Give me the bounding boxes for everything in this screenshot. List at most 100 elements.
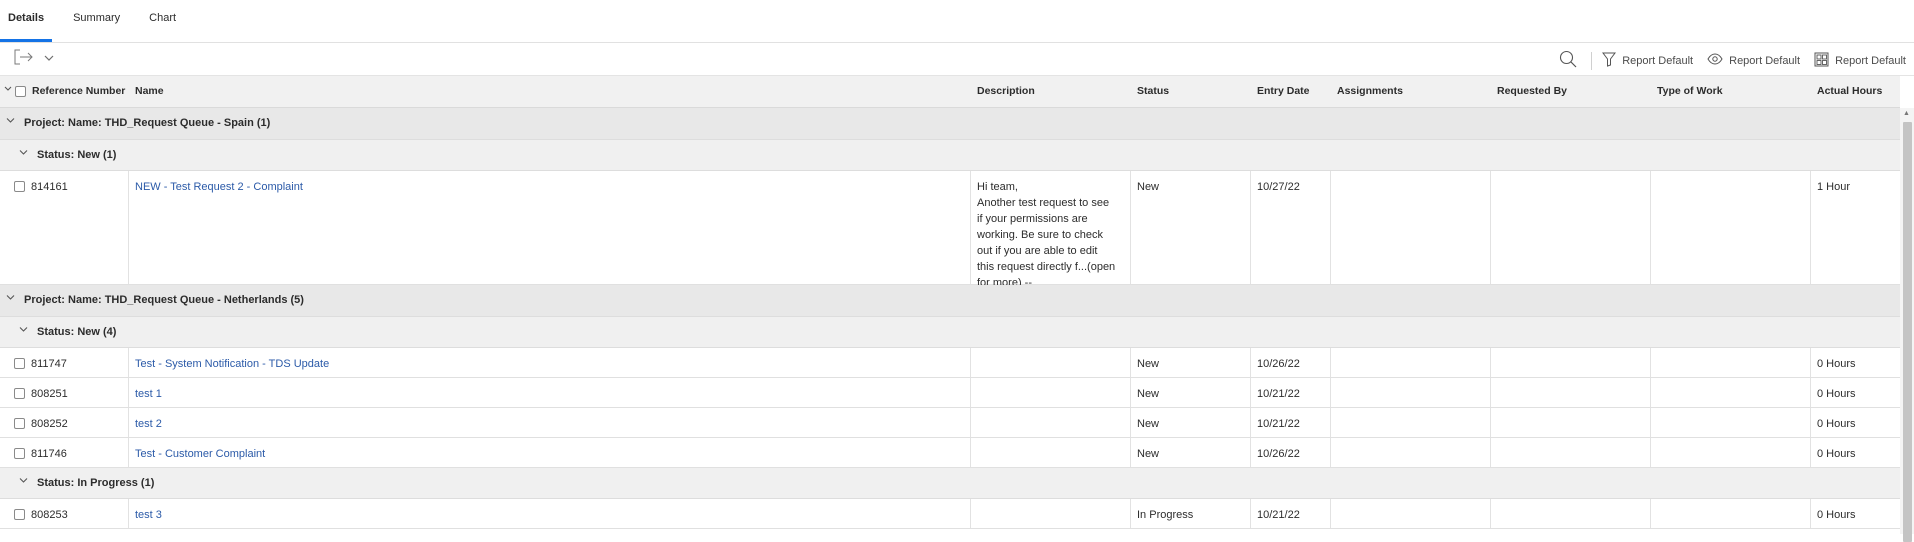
- table-header: Reference Number Name Description Status…: [0, 76, 1900, 108]
- reference-cell: 811746: [0, 438, 128, 467]
- toolbar-actions: Report Default Report Default Report Def…: [1559, 50, 1906, 71]
- assignments-cell: [1330, 499, 1490, 528]
- filter-icon: [1602, 52, 1617, 70]
- chevron-down-icon[interactable]: [4, 84, 12, 94]
- row-checkbox[interactable]: [14, 388, 25, 399]
- chevron-down-icon[interactable]: [6, 293, 15, 304]
- description-cell: [970, 348, 1130, 377]
- entry-date-text: 10/21/22: [1257, 509, 1300, 521]
- table-row[interactable]: 808253 test 3 In Progress 10/21/22 0 Hou…: [0, 499, 1900, 529]
- request-name-link[interactable]: Test - Customer Complaint: [135, 448, 265, 460]
- assignments-cell: [1330, 438, 1490, 467]
- actual-hours-text: 0 Hours: [1817, 509, 1856, 521]
- row-checkbox[interactable]: [14, 181, 25, 192]
- status-text: New: [1137, 358, 1160, 370]
- vertical-scrollbar[interactable]: ▲: [1900, 108, 1914, 542]
- reference-cell: 808251: [0, 378, 128, 407]
- tab-chart[interactable]: Chart: [141, 0, 184, 41]
- row-checkbox[interactable]: [14, 418, 25, 429]
- entry-date-text: 10/21/22: [1257, 418, 1300, 430]
- row-checkbox[interactable]: [14, 448, 25, 459]
- search-icon[interactable]: [1559, 50, 1577, 71]
- group-header-status[interactable]: Status: New (4): [0, 317, 1900, 348]
- chevron-down-icon[interactable]: [19, 148, 28, 159]
- group-label: Project: Name: THD_Request Queue - Nethe…: [24, 294, 304, 306]
- description-cell: [970, 378, 1130, 407]
- reference-number: 814161: [31, 181, 68, 193]
- name-cell: Test - System Notification - TDS Update: [128, 348, 970, 377]
- filter-button[interactable]: Report Default: [1602, 52, 1693, 70]
- table-body: Project: Name: THD_Request Queue - Spain…: [0, 108, 1900, 529]
- request-name-link[interactable]: test 2: [135, 418, 162, 430]
- request-name-link[interactable]: test 1: [135, 388, 162, 400]
- scrollbar-thumb[interactable]: [1903, 122, 1912, 542]
- reference-number: 811747: [31, 358, 67, 370]
- entry-date-cell: 10/26/22: [1250, 438, 1330, 467]
- entry-date-text: 10/27/22: [1257, 181, 1300, 193]
- table-row[interactable]: 811746 Test - Customer Complaint New 10/…: [0, 438, 1900, 468]
- group-header-status[interactable]: Status: In Progress (1): [0, 468, 1900, 499]
- column-header-name[interactable]: Name: [135, 85, 164, 97]
- status-text: New: [1137, 418, 1160, 430]
- group-header-status[interactable]: Status: New (1): [0, 140, 1900, 171]
- scroll-up-icon[interactable]: ▲: [1903, 110, 1910, 117]
- table-row[interactable]: 814161 NEW - Test Request 2 - Complaint …: [0, 171, 1900, 289]
- type-of-work-cell: [1650, 499, 1810, 528]
- entry-date-cell: 10/21/22: [1250, 499, 1330, 528]
- table-row[interactable]: 811747 Test - System Notification - TDS …: [0, 348, 1900, 378]
- requested-by-cell: [1490, 408, 1650, 437]
- column-header-type-of-work[interactable]: Type of Work: [1657, 85, 1723, 97]
- table-row[interactable]: 808252 test 2 New 10/21/22 0 Hours: [0, 408, 1900, 438]
- column-header-actual-hours[interactable]: Actual Hours: [1817, 85, 1882, 97]
- entry-date-cell: 10/26/22: [1250, 348, 1330, 377]
- type-of-work-cell: [1650, 378, 1810, 407]
- name-cell: test 1: [128, 378, 970, 407]
- table-row[interactable]: 808251 test 1 New 10/21/22 0 Hours: [0, 378, 1900, 408]
- column-header-entry-date[interactable]: Entry Date: [1257, 85, 1310, 97]
- request-name-link[interactable]: NEW - Test Request 2 - Complaint: [135, 181, 303, 193]
- actual-hours-cell: 1 Hour: [1810, 171, 1900, 284]
- description-text[interactable]: Hi team, Another test request to see if …: [977, 179, 1117, 291]
- request-name-link[interactable]: test 3: [135, 509, 162, 521]
- column-header-requested-by[interactable]: Requested By: [1497, 85, 1567, 97]
- row-checkbox[interactable]: [14, 509, 25, 520]
- view-label: Report Default: [1729, 54, 1801, 67]
- entry-date-text: 10/21/22: [1257, 388, 1300, 400]
- type-of-work-cell: [1650, 171, 1810, 284]
- type-of-work-cell: [1650, 348, 1810, 377]
- entry-date-cell: 10/27/22: [1250, 171, 1330, 284]
- request-name-link[interactable]: Test - System Notification - TDS Update: [135, 358, 329, 370]
- column-header-description[interactable]: Description: [977, 85, 1035, 97]
- tab-summary[interactable]: Summary: [65, 0, 128, 41]
- column-header-assignments[interactable]: Assignments: [1337, 85, 1403, 97]
- status-cell: New: [1130, 378, 1250, 407]
- reference-number: 811746: [31, 448, 67, 460]
- chevron-down-icon[interactable]: [19, 476, 28, 487]
- chevron-down-icon[interactable]: [6, 116, 15, 127]
- grouping-button[interactable]: Report Default: [1814, 52, 1906, 70]
- tab-details[interactable]: Details: [0, 0, 53, 42]
- entry-date-text: 10/26/22: [1257, 358, 1300, 370]
- row-checkbox[interactable]: [14, 358, 25, 369]
- status-cell: New: [1130, 348, 1250, 377]
- assignments-cell: [1330, 408, 1490, 437]
- description-cell: [970, 408, 1130, 437]
- export-button[interactable]: [14, 49, 54, 68]
- description-cell: Hi team, Another test request to see if …: [970, 171, 1130, 289]
- column-header-status[interactable]: Status: [1137, 85, 1169, 97]
- group-header-project[interactable]: Project: Name: THD_Request Queue - Nethe…: [0, 285, 1900, 317]
- group-header-project[interactable]: Project: Name: THD_Request Queue - Spain…: [0, 108, 1900, 140]
- name-cell: Test - Customer Complaint: [128, 438, 970, 467]
- entry-date-text: 10/26/22: [1257, 448, 1300, 460]
- requested-by-cell: [1490, 378, 1650, 407]
- chevron-down-icon[interactable]: [19, 325, 28, 336]
- type-of-work-cell: [1650, 438, 1810, 467]
- status-cell: New: [1130, 438, 1250, 467]
- group-label: Status: In Progress (1): [37, 477, 155, 489]
- status-text: New: [1137, 181, 1160, 193]
- column-header-reference-number[interactable]: Reference Number: [32, 85, 125, 97]
- chevron-down-icon[interactable]: [44, 53, 54, 65]
- reference-number: 808252: [31, 418, 68, 430]
- select-all-checkbox[interactable]: [15, 86, 26, 97]
- view-button[interactable]: Report Default: [1707, 53, 1800, 68]
